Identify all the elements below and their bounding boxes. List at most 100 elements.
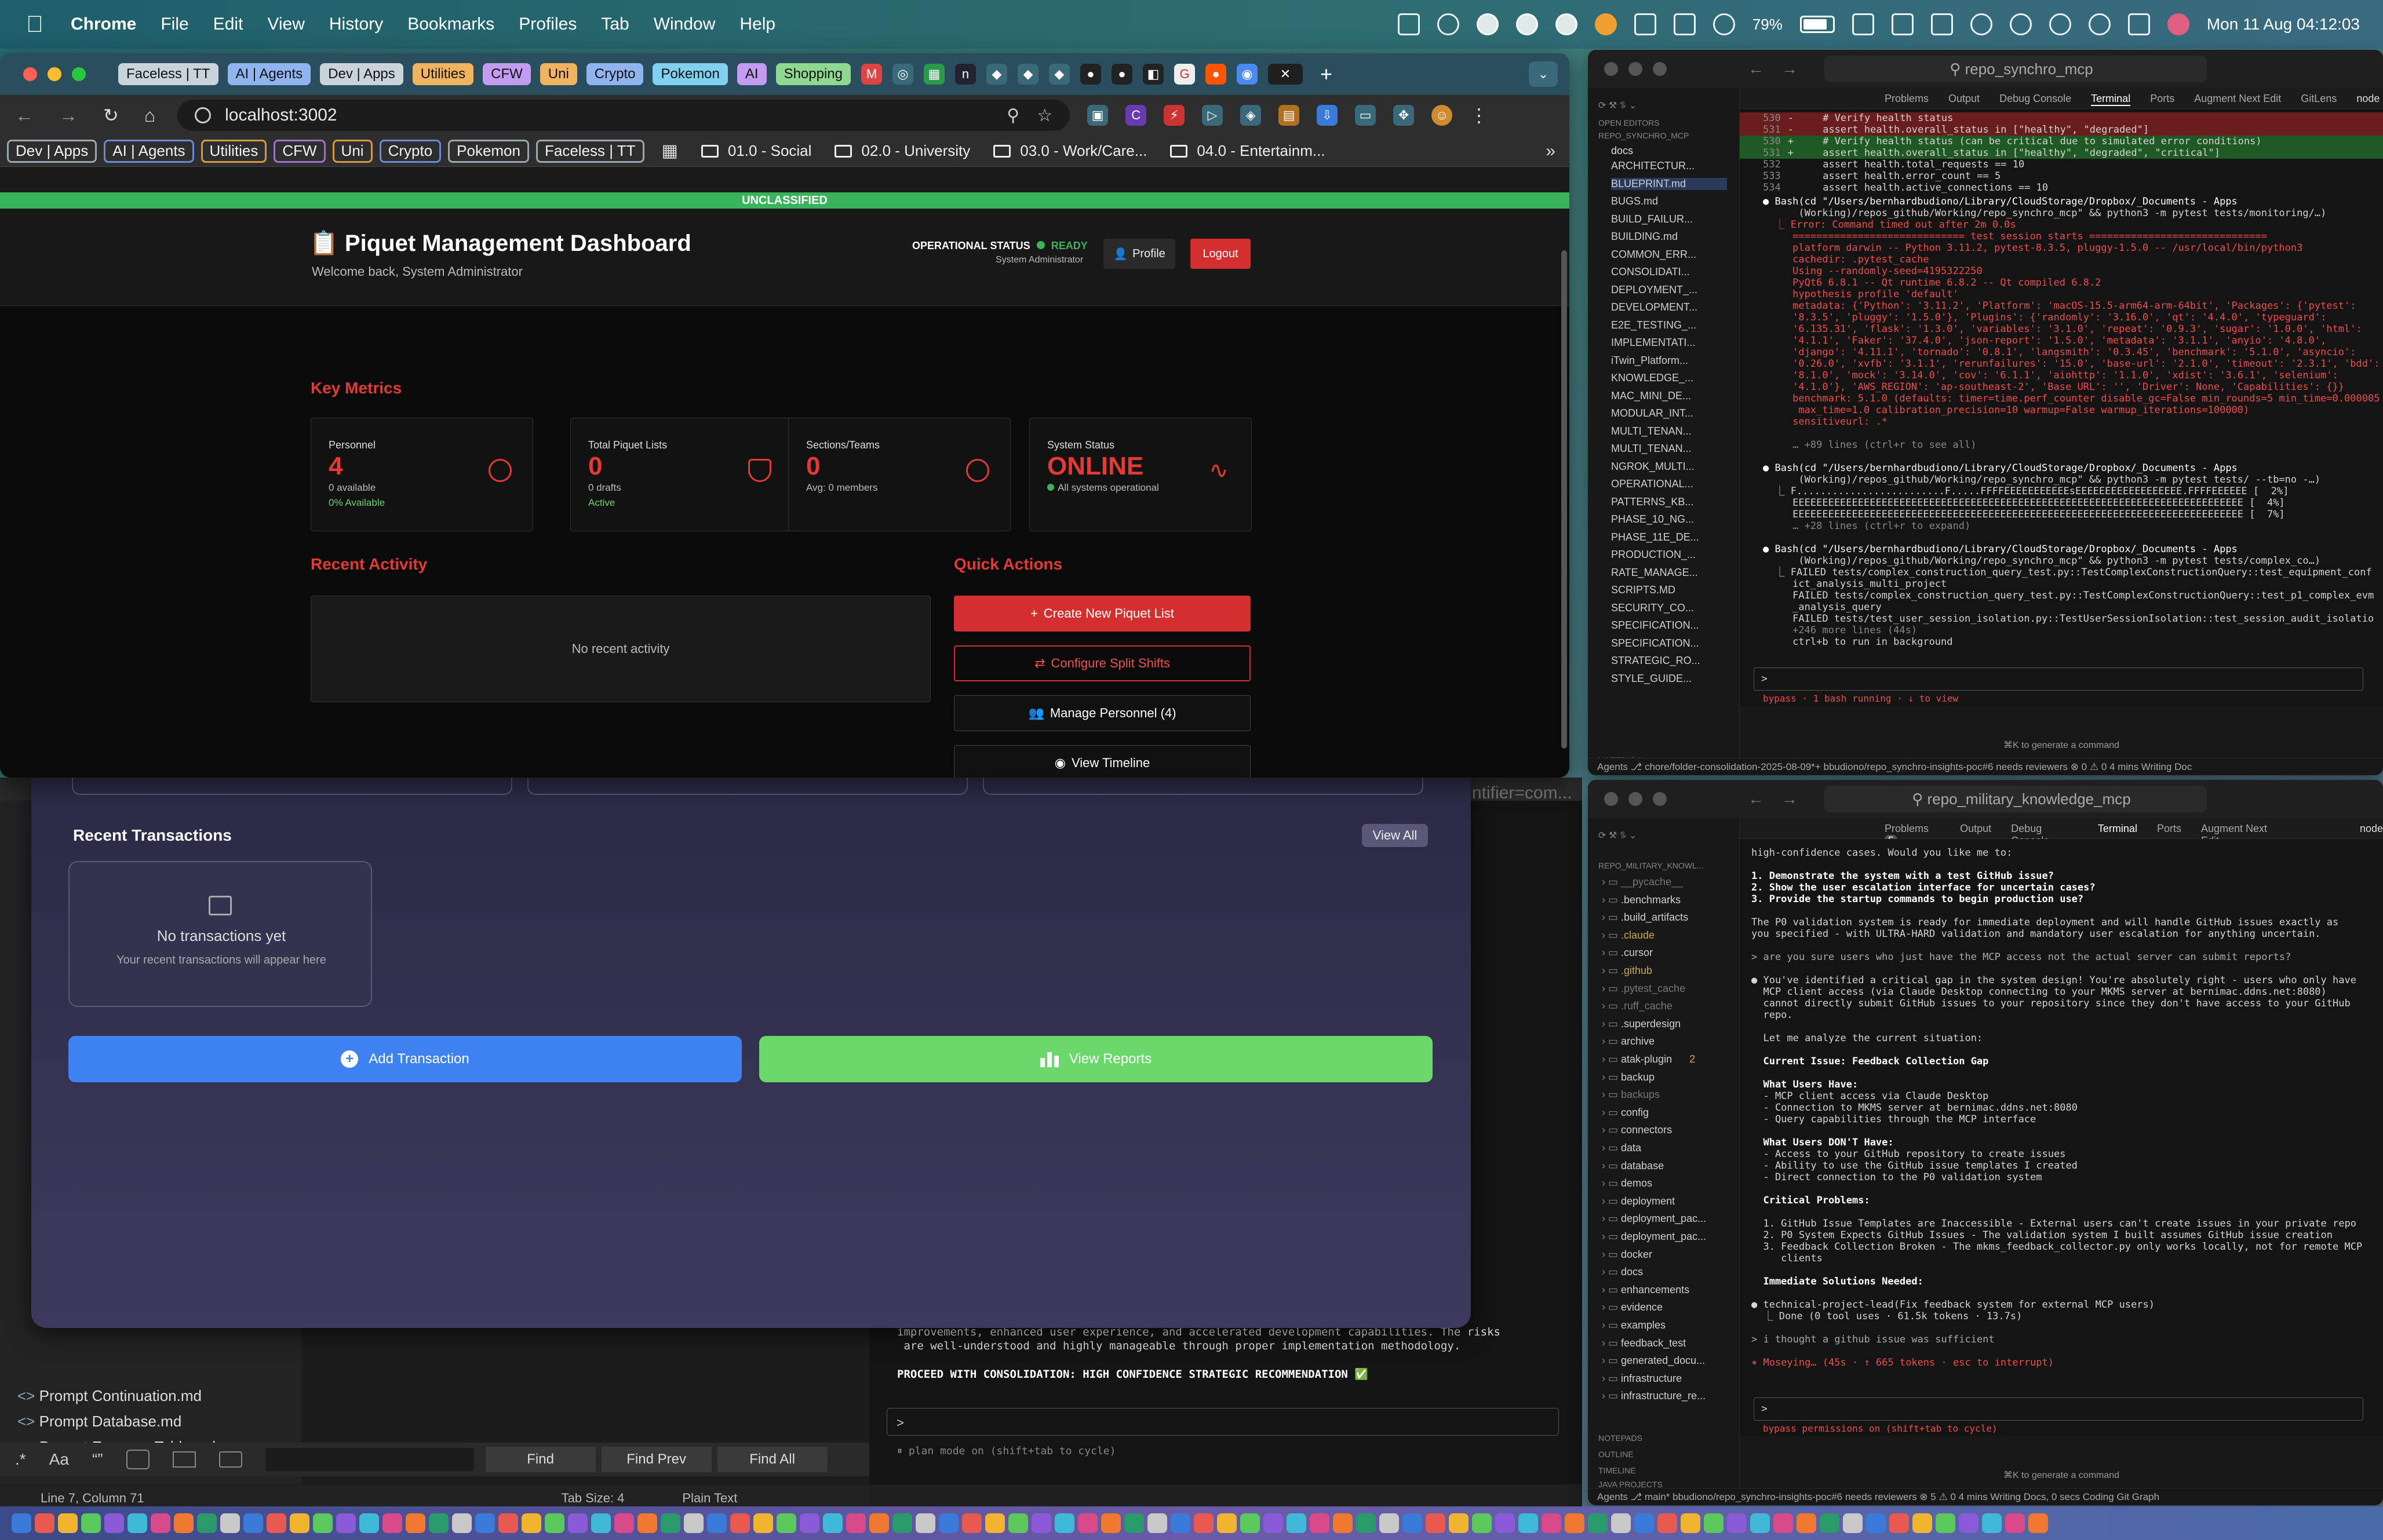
explorer-file[interactable]: PHASE_10_NG... [1611,513,1694,526]
explorer-file[interactable]: SPECIFICATION... [1611,637,1699,649]
reload-icon[interactable]: ↻ [103,104,119,126]
explorer-file[interactable]: PRODUCTION_... [1611,549,1696,561]
dock-app-icon[interactable] [1008,1513,1028,1533]
dock-app-icon[interactable] [2028,1513,2048,1533]
chrome-menu-icon[interactable]: ⋮ [1470,104,1488,126]
explorer-file[interactable]: MULTI_TENAN... [1611,443,1692,455]
volume-icon[interactable] [2049,13,2071,35]
dock-app-icon[interactable] [1704,1513,1724,1533]
tab-search-icon[interactable]: ⌄ [1529,61,1558,87]
metric-card-system-status[interactable]: System Status ONLINE All systems operati… [1029,418,1252,531]
explorer-folder[interactable]: › ▭ backups [1602,1089,1660,1101]
add-transaction-button[interactable]: + Add Transaction [68,1036,742,1082]
dock-app-icon[interactable] [684,1513,704,1533]
dock-app-icon[interactable] [800,1513,819,1533]
tab-group-utilities[interactable]: Utilities [412,63,474,85]
case-icon[interactable]: Aa [49,1450,69,1469]
dock-app-icon[interactable] [1310,1513,1329,1533]
explorer-folder[interactable]: › ▭ data [1602,1142,1641,1154]
explorer-folder[interactable]: › ▭ deployment_pac... [1602,1231,1706,1243]
open-editors-header[interactable]: OPEN EDITORS [1598,118,1660,127]
terminal-pane[interactable]: 530- # Verify health status 531- assert h… [1740,109,2383,706]
tab-debug-console[interactable]: Debug Console [1999,93,2071,106]
dock-app-icon[interactable] [452,1513,472,1533]
tab-group-faceless[interactable]: Faceless | TT [118,63,218,85]
explorer-file[interactable]: MAC_MINI_DE... [1611,390,1691,402]
explorer-folder[interactable]: › ▭ atak-plugin 2 [1602,1053,1695,1065]
explorer-file[interactable]: NGROK_MULTI... [1611,461,1695,473]
dock-app-icon[interactable] [1657,1513,1677,1533]
explorer-folder[interactable]: › ▭ enhancements [1602,1284,1689,1296]
dock-app-icon[interactable] [382,1513,402,1533]
explorer-folder[interactable]: › ▭ .github [1602,965,1652,977]
explorer-file[interactable]: BUGS.md [1611,195,1658,207]
dock-app-icon[interactable] [1681,1513,1700,1533]
link-icon[interactable] [2009,13,2032,35]
dock-app-icon[interactable] [753,1513,773,1533]
notification-icon[interactable] [1594,13,1617,35]
explorer-folder[interactable]: › ▭ config [1602,1107,1649,1119]
explorer-file[interactable]: SCRIPTS.MD [1611,584,1675,596]
control-center-icon[interactable] [2127,13,2150,35]
explorer-folder[interactable]: › ▭ deployment_pac... [1602,1213,1706,1225]
dock-app-icon[interactable] [174,1513,194,1533]
bookmark-crypto[interactable]: Crypto [379,139,442,163]
profile-button[interactable]: 👤 Profile [1103,239,1175,269]
tab-group-ai[interactable]: AI [737,63,767,85]
google-tab-icon[interactable]: G [1174,64,1195,85]
minimize-window-icon[interactable] [48,67,61,81]
minimize-window-icon[interactable] [1628,792,1642,806]
bookmark-folder-entertainment[interactable]: 04.0 - Entertainm... [1170,142,1325,160]
active-tab-close-icon[interactable]: ✕ [1268,64,1303,85]
syntax-mode[interactable]: Plain Text [682,1491,737,1506]
dock-app-icon[interactable] [1055,1513,1074,1533]
dock-app-icon[interactable] [1565,1513,1584,1533]
dock-app-icon[interactable] [2005,1513,2025,1533]
explorer-file[interactable]: E2E_TESTING_... [1611,319,1696,331]
home-icon[interactable]: ⌂ [144,105,155,126]
dock-app-icon[interactable] [661,1513,680,1533]
dock-app-icon[interactable] [1263,1513,1283,1533]
terminal-shell[interactable]: node [2356,93,2380,106]
apple-icon[interactable]:  [20,9,50,39]
bookmark-dev-apps[interactable]: Dev | Apps [7,139,97,163]
vscode-tab-icon[interactable]: ◧ [1143,64,1164,85]
dock-app-icon[interactable] [916,1513,935,1533]
status-bar-text[interactable]: Agents ⎇ chore/folder-consolidation-2025… [1597,761,2192,773]
dock-app-icon[interactable] [962,1513,982,1533]
sheets-tab-icon[interactable]: ▦ [924,64,945,85]
dock-app-icon[interactable] [846,1513,866,1533]
regex-icon[interactable]: .* [15,1450,26,1469]
dock-app-icon[interactable] [35,1513,54,1533]
view-all-button[interactable]: View All [1362,824,1428,847]
diamond-tab-icon-2[interactable]: ◆ [1018,64,1039,85]
explorer-folder[interactable]: › ▭ .cursor [1602,947,1653,959]
tab-group-crypto[interactable]: Crypto [586,63,644,85]
explorer-folder[interactable]: › ▭ archive [1602,1035,1655,1048]
sidebar-icons[interactable]: ⟳ ⚒ ⥮ ⌄ [1598,830,1637,841]
explorer-folder[interactable]: › ▭ .superdesign [1602,1018,1681,1030]
dock-app-icon[interactable] [1936,1513,1955,1533]
dock-app-icon[interactable] [313,1513,333,1533]
explorer-file[interactable]: ARCHITECTUR... [1611,160,1695,172]
extension-icon-5[interactable]: ◈ [1240,105,1262,126]
dock-app-icon[interactable] [475,1513,495,1533]
bookmark-pokemon[interactable]: Pokemon [448,139,529,163]
battery-icon[interactable] [1799,16,1835,33]
explorer-folder[interactable]: › ▭ .benchmarks [1602,894,1681,906]
dock-app-icon[interactable] [1379,1513,1399,1533]
dock-app-icon[interactable] [545,1513,564,1533]
explorer-file[interactable]: STRATEGIC_RO... [1611,655,1700,667]
dock-app-icon[interactable] [1194,1513,1214,1533]
page-scrollbar[interactable] [1561,250,1567,749]
dock-app-icon[interactable] [127,1513,147,1533]
explorer-file[interactable]: STYLE_GUIDE... [1611,673,1692,685]
dock-app-icon[interactable] [614,1513,634,1533]
dock-app-icon[interactable] [429,1513,449,1533]
dock-app-icon[interactable] [12,1513,31,1533]
selection-icon[interactable] [172,1451,196,1468]
dock-app-icon[interactable] [1147,1513,1167,1533]
extension-icon-6[interactable]: ▤ [1278,105,1300,126]
explorer-file[interactable]: DEVELOPMENT... [1611,301,1697,313]
dock-app-icon[interactable] [568,1513,588,1533]
